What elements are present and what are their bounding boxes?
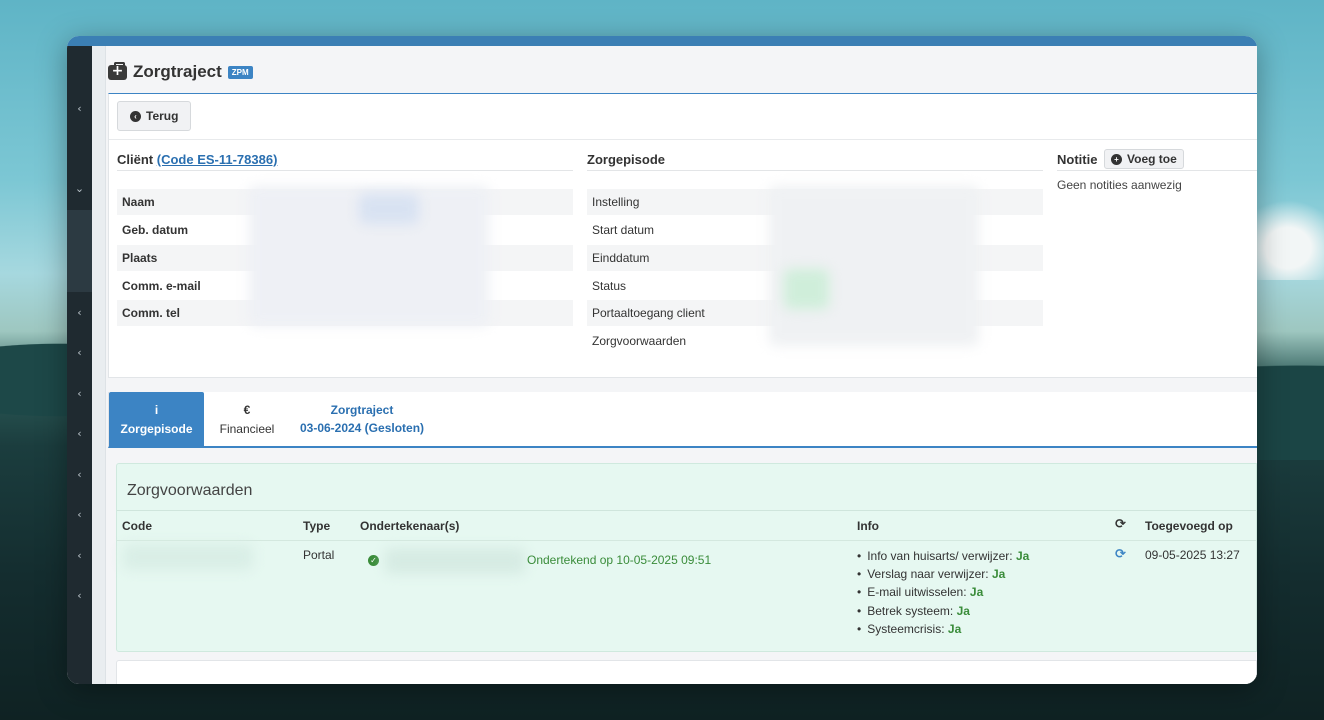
info-value: Ja: [991, 567, 1006, 582]
check-circle-icon: ✓: [368, 555, 379, 566]
back-button-label: Terug: [146, 109, 179, 123]
row-label: Status: [592, 279, 627, 293]
divider: [587, 170, 1043, 171]
row-added-date: 09-05-2025 13:27: [1145, 548, 1240, 562]
medical-briefcase-icon: [108, 61, 127, 80]
row-label: Zorgvoorwaarden: [592, 334, 687, 348]
redacted-status-spot: [784, 269, 829, 309]
client-heading-label: Cliënt: [117, 152, 154, 167]
info-item: Systeemcrisis: Ja: [857, 620, 1029, 638]
row-label: Start datum: [592, 223, 655, 237]
row-label: Einddatum: [592, 251, 650, 265]
col-header-signers: Ondertekenaar(s): [360, 519, 460, 533]
tab-zorgepisode[interactable]: i Zorgepisode: [109, 392, 204, 446]
divider: [117, 510, 1256, 511]
info-label: Systeemcrisis:: [867, 621, 945, 636]
row-type: Portal: [303, 548, 335, 562]
main-content: Zorgtraject ZPM ‹ Terug Cliënt (Code ES-…: [106, 46, 1257, 684]
info-item: Betrek systeem: Ja: [857, 602, 1029, 620]
details-panel: ‹ Terug Cliënt (Code ES-11-78386) Naam G…: [108, 93, 1257, 378]
plus-circle-icon: +: [1111, 153, 1122, 165]
refresh-icon[interactable]: ⟳: [1115, 547, 1126, 562]
row-label: Comm. tel: [122, 306, 181, 320]
divider: [1057, 170, 1257, 171]
arrow-left-circle-icon: ‹: [130, 110, 141, 122]
chevron-left-icon[interactable]: ‹: [67, 346, 92, 359]
divider: [117, 540, 1256, 541]
info-value: Ja: [969, 585, 984, 600]
client-code-link[interactable]: (Code ES-11-78386): [157, 152, 278, 167]
sidebar: ‹ ⌄ ‹ ‹ ‹ ‹ ‹ ‹ ‹ ‹: [67, 46, 92, 684]
redacted-code: [123, 544, 253, 570]
chevron-down-icon[interactable]: ⌄: [67, 182, 92, 195]
info-label: Info van huisarts/ verwijzer:: [867, 549, 1013, 563]
info-value: Ja: [947, 621, 962, 636]
conditions-title: Zorgvoorwaarden: [127, 482, 253, 499]
row-label: Instelling: [592, 195, 640, 209]
row-label: Plaats: [122, 251, 158, 265]
chevron-left-icon[interactable]: ‹: [67, 306, 92, 319]
back-button[interactable]: ‹ Terug: [117, 101, 192, 131]
col-header-info: Info: [857, 519, 879, 533]
notes-heading: Notitie: [1057, 152, 1098, 167]
toolbar: ‹ Terug: [109, 94, 1257, 140]
info-label: Verslag naar verwijzer:: [867, 567, 989, 582]
chevron-left-icon[interactable]: ‹: [67, 589, 92, 602]
page-title: Zorgtraject: [133, 62, 222, 81]
chevron-left-icon[interactable]: ‹: [67, 387, 92, 400]
client-heading: Cliënt (Code ES-11-78386): [117, 152, 277, 167]
info-item: E-mail uitwisselen: Ja: [857, 583, 1029, 601]
redacted-episode-values: [769, 186, 979, 346]
info-label: E-mail uitwisselen:: [867, 585, 967, 600]
tab-label: Zorgepisode: [120, 421, 193, 436]
top-bar: [67, 36, 1257, 46]
tab-label-line1: Zorgtraject: [330, 403, 394, 417]
info-label: Betrek systeem:: [867, 603, 954, 618]
row-label: Comm. e-mail: [122, 279, 201, 293]
chevron-left-icon[interactable]: ‹: [67, 468, 92, 481]
page-header: Zorgtraject ZPM: [108, 61, 253, 82]
notes-empty-text: Geen notities aanwezig: [1057, 178, 1182, 192]
info-item: Verslag naar verwijzer: Ja: [857, 565, 1029, 583]
tab-label: Financieel: [219, 421, 275, 436]
refresh-icon[interactable]: ⟳: [1115, 517, 1126, 532]
row-label: Geb. datum: [122, 223, 189, 237]
info-value: Ja: [956, 603, 970, 618]
tab-bar: i Zorgepisode € Financieel Zorgtraject 0…: [108, 392, 1257, 448]
col-header-code: Code: [122, 519, 152, 533]
divider: [117, 170, 573, 171]
chevron-left-icon[interactable]: ‹: [67, 508, 92, 521]
sidebar-divider: [92, 46, 106, 684]
tab-financieel[interactable]: € Financieel: [209, 392, 285, 446]
info-item: Info van huisarts/ verwijzer: Ja: [857, 547, 1029, 565]
row-label: Portaaltoegang client: [592, 306, 705, 320]
info-value: Ja: [1015, 549, 1030, 563]
row-label: Naam: [122, 195, 155, 209]
info-icon: i: [154, 402, 159, 417]
sidebar-active-section: [67, 210, 92, 292]
col-header-added: Toegevoegd op: [1145, 519, 1233, 533]
tab-zorgtraject[interactable]: Zorgtraject 03-06-2024 (Gesloten): [295, 392, 429, 446]
app-window: ‹ ⌄ ‹ ‹ ‹ ‹ ‹ ‹ ‹ ‹ Zorgtraject ZPM ‹ Te…: [67, 36, 1257, 684]
chevron-left-icon[interactable]: ‹: [67, 102, 92, 115]
signed-status: Ondertekend op 10-05-2025 09:51: [527, 553, 712, 567]
add-note-label: Voeg toe: [1127, 152, 1177, 166]
next-panel: [116, 660, 1257, 684]
zpm-badge: ZPM: [227, 65, 253, 79]
episode-heading: Zorgepisode: [587, 152, 666, 167]
euro-icon: €: [243, 402, 251, 417]
redacted-signer: [385, 548, 525, 574]
chevron-left-icon[interactable]: ‹: [67, 427, 92, 440]
col-header-type: Type: [303, 519, 331, 533]
info-list: Info van huisarts/ verwijzer: Ja Verslag…: [857, 547, 1029, 638]
conditions-panel: Zorgvoorwaarden Code Type Ondertekenaar(…: [116, 463, 1257, 652]
chevron-left-icon[interactable]: ‹: [67, 549, 92, 562]
redacted-spot: [359, 194, 419, 224]
tab-label-line2: 03-06-2024 (Gesloten): [299, 421, 425, 435]
add-note-button[interactable]: + Voeg toe: [1104, 149, 1184, 169]
